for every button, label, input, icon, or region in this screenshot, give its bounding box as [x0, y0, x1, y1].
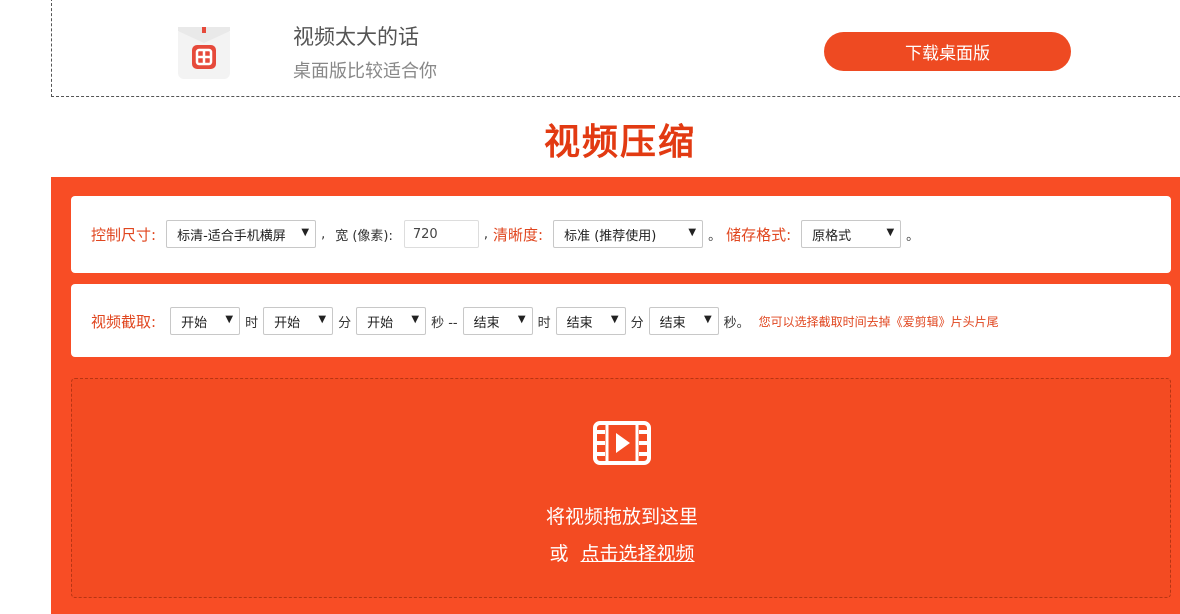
- select-video-link[interactable]: 点击选择视频: [581, 543, 695, 565]
- clarity-select-value: 标准 (推荐使用): [564, 228, 657, 244]
- end-second-value: 结束: [659, 315, 686, 331]
- page-title: 视频压缩: [543, 121, 696, 163]
- dropdown-arrow-icon: ▼: [688, 227, 697, 238]
- size-select[interactable]: 标清-适合手机横屏 ▼: [166, 220, 317, 248]
- second-unit-dash: 秒 --: [431, 315, 458, 331]
- dropdown-arrow-icon: ▼: [411, 314, 420, 325]
- start-hour-value: 开始: [181, 315, 208, 331]
- video-drop-zone[interactable]: 将视频拖放到这里 或 点击选择视频: [71, 378, 1171, 598]
- dropdown-arrow-icon: ▼: [301, 227, 310, 238]
- period-separator: 。: [708, 228, 722, 244]
- clarity-select[interactable]: 标准 (推荐使用) ▼: [553, 220, 704, 248]
- dropdown-arrow-icon: ▼: [318, 314, 327, 325]
- clarity-label: 清晰度:: [493, 225, 544, 244]
- end-second-select[interactable]: 结束 ▼: [648, 307, 719, 335]
- start-second-value: 开始: [367, 315, 394, 331]
- clip-panel: 视频截取: 开始 ▼ 时 开始 ▼ 分 开始 ▼ 秒 -- 结束 ▼ 时 结束: [71, 284, 1171, 357]
- clip-label: 视频截取:: [91, 312, 157, 331]
- film-play-icon: [593, 421, 651, 465]
- start-second-select[interactable]: 开始 ▼: [356, 307, 427, 335]
- app-logo-icon: [174, 21, 234, 81]
- hour-unit: 时: [537, 315, 551, 331]
- start-hour-select[interactable]: 开始 ▼: [170, 307, 241, 335]
- download-desktop-button[interactable]: 下载桌面版: [824, 32, 1071, 71]
- period-separator: 。: [906, 228, 920, 244]
- end-hour-value: 结束: [473, 315, 500, 331]
- hour-unit: 时: [245, 315, 259, 331]
- minute-unit: 分: [338, 315, 352, 331]
- compress-main-area: 控制尺寸: 标清-适合手机横屏 ▼ , 宽 (像素): , 清晰度: 标准 (推…: [51, 177, 1180, 614]
- start-minute-value: 开始: [274, 315, 301, 331]
- comma-separator: ,: [483, 226, 488, 242]
- minute-unit: 分: [630, 315, 644, 331]
- banner-subtitle: 桌面版比较适合你: [293, 61, 437, 82]
- start-minute-select[interactable]: 开始 ▼: [263, 307, 334, 335]
- or-text: 或: [549, 543, 569, 565]
- drop-instruction: 将视频拖放到这里: [545, 506, 698, 528]
- select-line: 或 点击选择视频: [72, 539, 1172, 566]
- width-input[interactable]: [403, 220, 479, 248]
- desktop-promo-banner: 视频太大的话 桌面版比较适合你 下载桌面版: [51, 0, 1180, 97]
- size-label: 控制尺寸:: [91, 225, 157, 244]
- end-minute-value: 结束: [566, 315, 593, 331]
- second-unit-end: 秒。: [723, 315, 750, 331]
- width-label: 宽 (像素):: [335, 228, 393, 244]
- size-select-value: 标清-适合手机横屏: [177, 228, 286, 244]
- dropdown-arrow-icon: ▼: [886, 227, 895, 238]
- banner-title: 视频太大的话: [293, 25, 419, 49]
- format-select-value: 原格式: [812, 228, 852, 244]
- clip-tip: 您可以选择截取时间去掉《爱剪辑》片头片尾: [758, 314, 999, 329]
- settings-panel: 控制尺寸: 标清-适合手机横屏 ▼ , 宽 (像素): , 清晰度: 标准 (推…: [71, 196, 1171, 273]
- dropdown-arrow-icon: ▼: [703, 314, 712, 325]
- format-label: 储存格式:: [726, 225, 792, 244]
- dropdown-arrow-icon: ▼: [610, 314, 619, 325]
- dropdown-arrow-icon: ▼: [225, 314, 234, 325]
- clip-row: 视频截取: 开始 ▼ 时 开始 ▼ 分 开始 ▼ 秒 -- 结束 ▼ 时 结束: [91, 306, 999, 336]
- comma-separator: ,: [321, 226, 326, 242]
- end-hour-select[interactable]: 结束 ▼: [462, 307, 533, 335]
- format-select[interactable]: 原格式 ▼: [801, 220, 902, 248]
- dropdown-arrow-icon: ▼: [517, 314, 526, 325]
- end-minute-select[interactable]: 结束 ▼: [555, 307, 626, 335]
- settings-row: 控制尺寸: 标清-适合手机横屏 ▼ , 宽 (像素): , 清晰度: 标准 (推…: [91, 219, 924, 249]
